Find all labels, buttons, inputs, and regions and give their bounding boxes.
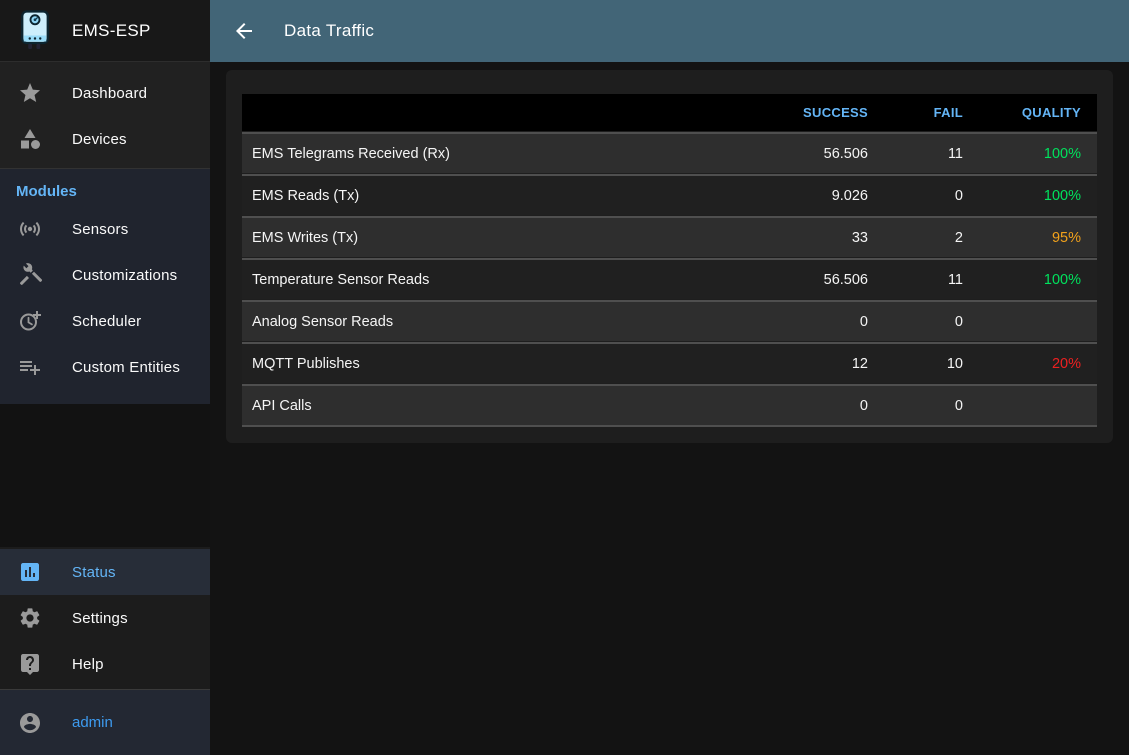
app-logo-bar: EMS-ESP	[0, 0, 210, 62]
table-row-ems-writes: EMS Writes (Tx) 33 2 95%	[242, 218, 1097, 257]
sensors-icon	[18, 217, 42, 241]
sidebar-item-settings[interactable]: Settings	[0, 595, 210, 641]
sidebar-item-help[interactable]: Help	[0, 641, 210, 687]
table-row-temperature-sensor-reads: Temperature Sensor Reads 56.506 11 100%	[242, 260, 1097, 299]
fail-value: 0	[884, 188, 979, 204]
sidebar-item-customizations[interactable]: Customizations	[0, 252, 210, 298]
table-header-row: SUCCESS FAIL QUALITY	[242, 94, 1097, 131]
column-header-success: SUCCESS	[789, 105, 884, 120]
fail-value: 0	[884, 398, 979, 414]
table-row-mqtt-publishes: MQTT Publishes 12 10 20%	[242, 344, 1097, 383]
row-label: MQTT Publishes	[242, 356, 789, 372]
column-header-fail: FAIL	[884, 105, 979, 120]
sidebar-item-status[interactable]: Status	[0, 549, 210, 595]
sidebar-item-scheduler[interactable]: Scheduler	[0, 298, 210, 344]
category-shapes-icon	[18, 127, 42, 151]
sidebar-item-devices[interactable]: Devices	[0, 116, 210, 162]
success-value: 0	[789, 314, 884, 330]
quality-value: 20%	[979, 356, 1097, 372]
fail-value: 2	[884, 230, 979, 246]
data-traffic-card: SUCCESS FAIL QUALITY EMS Telegrams Recei…	[226, 70, 1113, 443]
playlist-add-icon	[18, 355, 42, 379]
boiler-icon	[16, 10, 54, 52]
page-title: Data Traffic	[284, 21, 374, 41]
fail-value: 0	[884, 314, 979, 330]
table-row-ems-reads: EMS Reads (Tx) 9.026 0 100%	[242, 176, 1097, 215]
row-label: EMS Reads (Tx)	[242, 188, 789, 204]
success-value: 56.506	[789, 146, 884, 162]
sidebar-item-label: Devices	[72, 131, 127, 148]
success-value: 33	[789, 230, 884, 246]
sidebar-item-label: Settings	[72, 610, 128, 627]
data-traffic-table: SUCCESS FAIL QUALITY EMS Telegrams Recei…	[242, 94, 1097, 425]
row-label: EMS Telegrams Received (Rx)	[242, 146, 789, 162]
quality-value: 100%	[979, 188, 1097, 204]
sidebar-item-label: Dashboard	[72, 85, 147, 102]
sidebar-bottom-nav: Status Settings Help	[0, 547, 210, 689]
table-row-analog-sensor-reads: Analog Sensor Reads 0 0	[242, 302, 1097, 341]
success-value: 56.506	[789, 272, 884, 288]
appbar: Data Traffic	[210, 0, 1129, 62]
sidebar-main-nav: Dashboard Devices	[0, 62, 210, 168]
fail-value: 10	[884, 356, 979, 372]
sidebar-item-dashboard[interactable]: Dashboard	[0, 70, 210, 116]
sidebar-modules-nav: Modules Sensors Customizations	[0, 168, 210, 404]
column-header-quality: QUALITY	[979, 105, 1097, 120]
success-value: 12	[789, 356, 884, 372]
account-circle-icon	[18, 711, 42, 735]
sidebar-user-section: admin	[0, 689, 210, 755]
table-row-api-calls: API Calls 0 0	[242, 386, 1097, 425]
sidebar-item-custom-entities[interactable]: Custom Entities	[0, 344, 210, 390]
ems-esp-app: EMS-ESP Dashboard Devices Modules	[0, 0, 1129, 755]
sidebar-item-label: Custom Entities	[72, 359, 180, 376]
row-label: Temperature Sensor Reads	[242, 272, 789, 288]
table-row-ems-telegrams-received: EMS Telegrams Received (Rx) 56.506 11 10…	[242, 134, 1097, 173]
fail-value: 11	[884, 272, 979, 288]
success-value: 9.026	[789, 188, 884, 204]
quality-value: 100%	[979, 146, 1097, 162]
sidebar-item-label: Status	[72, 564, 116, 581]
back-button[interactable]	[230, 17, 258, 45]
sidebar-item-label: Sensors	[72, 221, 128, 238]
arrow-back-icon	[232, 19, 256, 43]
help-bubble-icon	[18, 652, 42, 676]
star-icon	[18, 81, 42, 105]
sidebar-item-label: Customizations	[72, 267, 177, 284]
app-title: EMS-ESP	[72, 21, 151, 41]
quality-value: 100%	[979, 272, 1097, 288]
main-area: Data Traffic SUCCESS FAIL QUALITY EMS Te…	[210, 0, 1129, 755]
sidebar-item-sensors[interactable]: Sensors	[0, 206, 210, 252]
row-label: EMS Writes (Tx)	[242, 230, 789, 246]
row-label: Analog Sensor Reads	[242, 314, 789, 330]
sidebar-spacer	[0, 404, 210, 547]
gear-icon	[18, 606, 42, 630]
user-menu-admin[interactable]: admin	[0, 690, 210, 755]
tools-icon	[18, 263, 42, 287]
modules-section-header: Modules	[16, 183, 194, 200]
clock-plus-icon	[18, 309, 42, 333]
user-label: admin	[72, 714, 113, 731]
sidebar: EMS-ESP Dashboard Devices Modules	[0, 0, 210, 755]
bar-chart-icon	[18, 560, 42, 584]
row-label: API Calls	[242, 398, 789, 414]
content-area: SUCCESS FAIL QUALITY EMS Telegrams Recei…	[210, 62, 1129, 755]
quality-value: 95%	[979, 230, 1097, 246]
sidebar-item-label: Scheduler	[72, 313, 141, 330]
fail-value: 11	[884, 146, 979, 162]
success-value: 0	[789, 398, 884, 414]
sidebar-item-label: Help	[72, 656, 104, 673]
